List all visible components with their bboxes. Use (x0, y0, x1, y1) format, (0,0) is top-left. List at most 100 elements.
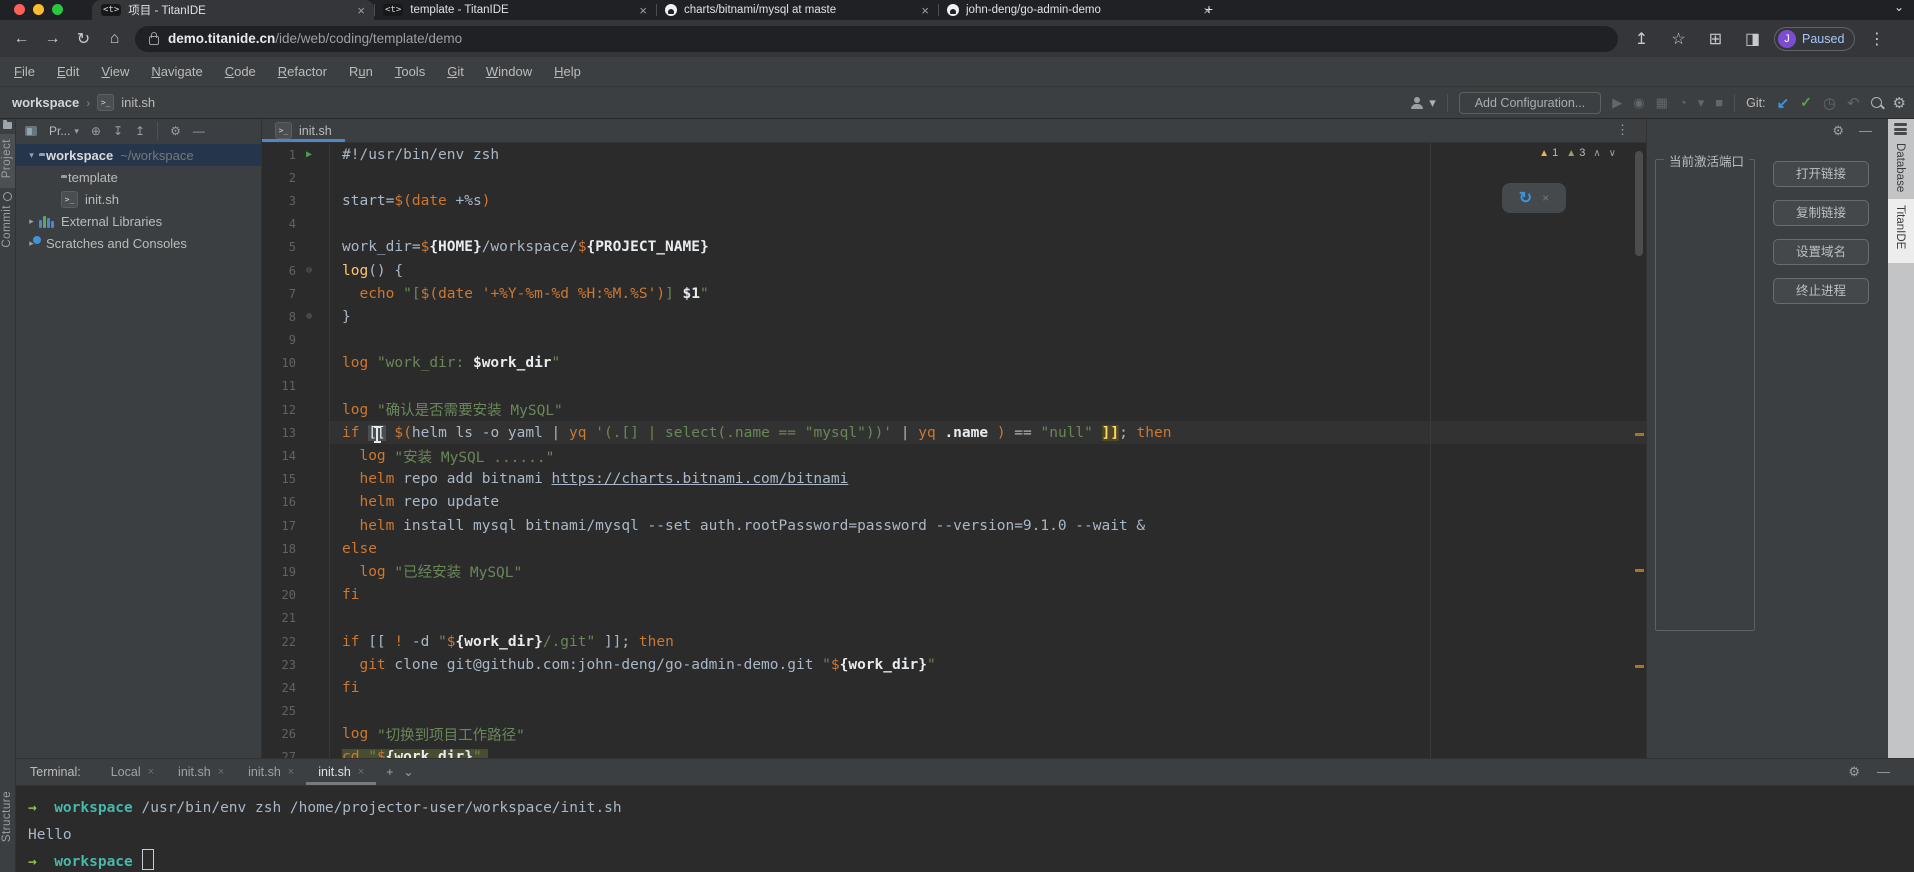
code-line[interactable]: 4 (262, 213, 1646, 236)
code-line[interactable]: 12log "确认是否需要安装 MySQL" (262, 398, 1646, 421)
git-revert-icon[interactable]: ↶ (1847, 94, 1860, 112)
reload-icon[interactable]: ↻ (68, 29, 99, 49)
menu-run[interactable]: Run (338, 64, 384, 79)
terminal-output[interactable]: → workspace /usr/bin/env zsh /home/proje… (16, 786, 1914, 872)
back-icon[interactable]: ← (6, 30, 37, 48)
browser-tab[interactable]: charts/bitnami/mysql at maste× (656, 0, 938, 20)
code-line[interactable]: 7 echo "[$(date '+%Y-%m-%d %H:%M.%S')] $… (262, 282, 1646, 305)
new-tab-button[interactable]: + (1200, 1, 1218, 17)
code-link[interactable]: https://charts.bitnami.com/bitnami (552, 471, 849, 487)
code-line[interactable]: 23 git clone git@github.com:john-deng/go… (262, 653, 1646, 676)
inspections-widget[interactable]: ▲ 1 ▲ 3 ∧ ∨ (1539, 147, 1616, 159)
browser-tab[interactable]: <t>template - TitanIDE× (374, 0, 656, 20)
menu-file[interactable]: File (3, 64, 46, 79)
side-panel-icon[interactable]: ◨ (1737, 29, 1768, 49)
user-dropdown-icon[interactable]: ▾ (1429, 95, 1436, 111)
editor-options-kebab-icon[interactable]: ⋮ (1616, 122, 1629, 138)
port-action-button[interactable]: 打开链接 (1773, 161, 1869, 187)
address-bar[interactable]: demo.titanide.cn/ide/web/coding/template… (135, 26, 1618, 52)
scrollbar-warning-mark[interactable] (1635, 433, 1644, 436)
home-icon[interactable]: ⌂ (99, 30, 130, 48)
fold-closed-icon[interactable]: ⊕ (296, 311, 322, 322)
tool-tab-project[interactable]: Project (1, 139, 13, 178)
code-line[interactable]: 18else (262, 537, 1646, 560)
menu-refactor[interactable]: Refactor (267, 64, 338, 79)
gear-icon[interactable]: ⚙ (1893, 94, 1906, 112)
tree-item[interactable]: ▸Scratches and Consoles (16, 232, 261, 254)
next-problem-icon[interactable]: ∨ (1609, 148, 1616, 159)
code-area[interactable]: 1▶#!/usr/bin/env zsh23start=$(date +%s)4… (262, 143, 1646, 758)
zoom-window-icon[interactable] (52, 4, 63, 15)
port-action-button[interactable]: 复制链接 (1773, 200, 1869, 226)
breadcrumb-file[interactable]: init.sh (121, 95, 155, 110)
editor-tab-init-sh[interactable]: >_ init.sh (262, 119, 345, 142)
tab-close-icon[interactable]: × (357, 4, 365, 17)
code-line[interactable]: 17 helm install mysql bitnami/mysql --se… (262, 514, 1646, 537)
tab-search-chevron-icon[interactable]: ⌄ (1894, 0, 1904, 14)
stop-icon[interactable]: ■ (1715, 95, 1723, 110)
project-view-selector[interactable]: Pr... (49, 124, 70, 138)
tool-tab-structure[interactable]: Structure (1, 791, 13, 842)
git-update-icon[interactable]: ↙ (1777, 94, 1790, 112)
code-line[interactable]: 6⊖log() { (262, 259, 1646, 282)
code-line[interactable]: 27cd "${work_dir}" (262, 746, 1646, 758)
menu-navigate[interactable]: Navigate (140, 64, 213, 79)
run-dropdown-icon[interactable]: ▾ (1698, 95, 1705, 111)
chevron-down-icon[interactable]: ▾ (74, 126, 79, 137)
menu-view[interactable]: View (90, 64, 140, 79)
profiler-icon[interactable]: ◔ (1679, 95, 1687, 110)
code-line[interactable]: 21 (262, 607, 1646, 630)
code-line[interactable]: 1▶#!/usr/bin/env zsh (262, 143, 1646, 166)
user-icon[interactable] (1411, 97, 1424, 109)
code-line[interactable]: 13if [[ $(helm ls -o yaml | yq '(.[] | s… (262, 421, 1646, 444)
run-icon[interactable]: ▶ (1612, 95, 1622, 111)
coverage-icon[interactable]: ▦ (1656, 95, 1668, 111)
rerun-floating-widget[interactable]: ↻ × (1502, 183, 1566, 213)
close-icon[interactable]: × (1542, 191, 1549, 205)
breadcrumb-project[interactable]: workspace (12, 95, 79, 110)
git-history-icon[interactable]: ◷ (1823, 94, 1836, 112)
tree-item[interactable]: ▾workspace~/workspace (16, 144, 261, 166)
tab-close-icon[interactable]: × (639, 4, 647, 17)
close-window-icon[interactable] (14, 4, 25, 15)
minimize-window-icon[interactable] (33, 4, 44, 15)
search-icon[interactable] (1871, 97, 1882, 108)
share-icon[interactable]: ↥ (1626, 29, 1657, 49)
refresh-icon[interactable]: ↻ (1519, 188, 1532, 208)
scrollbar-warning-mark[interactable] (1635, 665, 1644, 668)
code-line[interactable]: 14 log "安装 MySQL ......" (262, 444, 1646, 467)
code-line[interactable]: 16 helm repo update (262, 491, 1646, 514)
chevron-right-icon[interactable]: ▸ (24, 216, 39, 227)
tab-close-icon[interactable]: × (148, 766, 154, 778)
tab-close-icon[interactable]: × (288, 766, 294, 778)
gear-icon[interactable]: ⚙ (1848, 764, 1860, 780)
terminal-tab[interactable]: Local× (99, 759, 166, 785)
terminal-tab[interactable]: init.sh× (166, 759, 236, 785)
terminal-tab[interactable]: init.sh× (306, 759, 376, 785)
code-line[interactable]: 22if [[ ! -d "${work_dir}/.git" ]]; then (262, 630, 1646, 653)
tree-item[interactable]: >_init.sh (16, 188, 261, 210)
port-action-button[interactable]: 设置域名 (1773, 239, 1869, 265)
hide-panel-icon[interactable]: — (1877, 764, 1890, 780)
bookmark-star-icon[interactable]: ☆ (1663, 29, 1694, 49)
menu-help[interactable]: Help (543, 64, 592, 79)
browser-tab[interactable]: john-deng/go-admin-demo× (938, 0, 1220, 20)
code-line[interactable]: 15 helm repo add bitnami https://charts.… (262, 468, 1646, 491)
hide-panel-icon[interactable]: — (193, 124, 205, 138)
git-commit-icon[interactable]: ✓ (1800, 94, 1812, 111)
menu-code[interactable]: Code (214, 64, 267, 79)
tab-close-icon[interactable]: × (921, 4, 929, 17)
gear-icon[interactable]: ⚙ (170, 124, 181, 138)
tree-item[interactable]: ▸External Libraries (16, 210, 261, 232)
expand-all-icon[interactable]: ↧ (113, 124, 123, 138)
prev-problem-icon[interactable]: ∧ (1593, 148, 1600, 159)
profile-chip[interactable]: J Paused (1774, 27, 1855, 51)
code-line[interactable]: 24fi (262, 676, 1646, 699)
code-line[interactable]: 10log "work_dir: $work_dir" (262, 352, 1646, 375)
code-line[interactable]: 20fi (262, 584, 1646, 607)
browser-menu-kebab-icon[interactable]: ⋮ (1861, 29, 1892, 49)
tree-item[interactable]: template (16, 166, 261, 188)
chevron-down-icon[interactable]: ▾ (24, 150, 39, 161)
add-configuration-button[interactable]: Add Configuration... (1459, 92, 1602, 114)
forward-icon[interactable]: → (37, 30, 68, 48)
